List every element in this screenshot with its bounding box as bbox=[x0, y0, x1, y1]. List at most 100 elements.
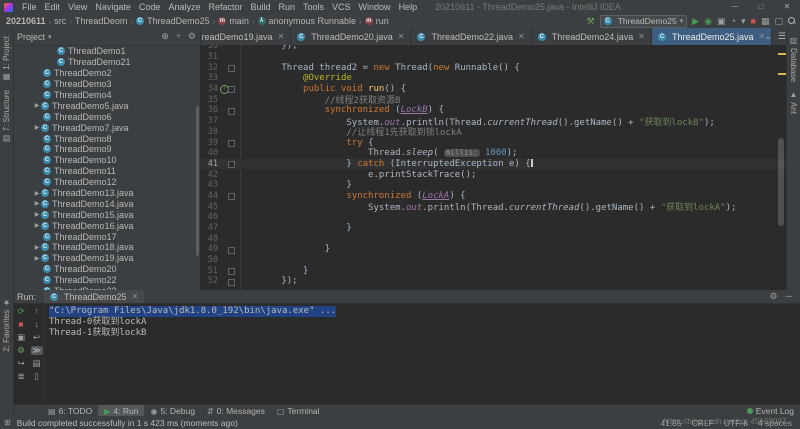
fold-marker-icon[interactable] bbox=[228, 268, 235, 275]
tree-item-ThreadDemo21[interactable]: CThreadDemo21 bbox=[13, 57, 200, 68]
menu-item-file[interactable]: File bbox=[18, 2, 41, 12]
editor-tab-ThreadDemo22-java[interactable]: CThreadDemo22.java✕ bbox=[411, 28, 531, 45]
tool-stripe-favorites[interactable]: 2: Favorites★ bbox=[2, 298, 11, 352]
fold-marker-icon[interactable] bbox=[228, 65, 235, 72]
tree-item-ThreadDemo4[interactable]: CThreadDemo4 bbox=[13, 90, 200, 101]
fold-marker-icon[interactable] bbox=[228, 86, 235, 93]
file-encoding[interactable]: UTF-8 bbox=[724, 418, 748, 428]
indent-style[interactable]: 4 spaces bbox=[758, 418, 792, 428]
tool-stripe-structure[interactable]: ▤7: Structure bbox=[2, 90, 11, 143]
breadcrumb-item-threaddeom[interactable]: ThreadDeom bbox=[75, 16, 128, 26]
menu-item-analyze[interactable]: Analyze bbox=[164, 2, 204, 12]
tool-stripe-project[interactable]: ▦1: Project bbox=[2, 36, 11, 82]
warning-stripe-mark[interactable] bbox=[778, 73, 786, 75]
run-tab[interactable]: C ThreadDemo25 ✕ bbox=[44, 290, 144, 303]
editor-tab-ThreadDemo25-java[interactable]: CThreadDemo25.java✕ bbox=[652, 28, 772, 45]
up-stack-icon[interactable]: ↑ bbox=[31, 307, 43, 316]
tool-stripe-database[interactable]: ▥Database bbox=[789, 36, 798, 82]
tool-window-switcher-icon[interactable]: ⊞ bbox=[4, 418, 11, 427]
project-title[interactable]: Project bbox=[17, 32, 45, 42]
breadcrumb-item-20210611[interactable]: 20210611 bbox=[6, 16, 46, 26]
breadcrumb-item-threaddemo25[interactable]: CThreadDemo25 bbox=[136, 16, 210, 26]
stop-icon[interactable]: ■ bbox=[751, 15, 756, 27]
close-icon[interactable]: ✕ bbox=[398, 32, 405, 41]
expand-arrow-icon[interactable]: ▶ bbox=[33, 200, 41, 207]
expand-arrow-icon[interactable]: ▶ bbox=[33, 222, 41, 229]
tree-item-ThreadDemo12[interactable]: CThreadDemo12 bbox=[13, 177, 200, 188]
menu-item-navigate[interactable]: Navigate bbox=[91, 2, 135, 12]
menu-item-view[interactable]: View bbox=[64, 2, 91, 12]
stop-icon[interactable]: ■ bbox=[15, 320, 27, 329]
down-stack-icon[interactable]: ↓ bbox=[31, 320, 43, 329]
fold-marker-icon[interactable] bbox=[228, 140, 235, 147]
line-separator[interactable]: CRLF bbox=[692, 418, 714, 428]
menu-item-build[interactable]: Build bbox=[246, 2, 274, 12]
close-icon[interactable]: ✕ bbox=[132, 292, 139, 301]
close-button[interactable]: ✕ bbox=[774, 0, 800, 14]
tree-item-ThreadDemo18-java[interactable]: ▶CThreadDemo18.java bbox=[13, 242, 200, 253]
settings-icon[interactable]: ⚙ bbox=[770, 291, 778, 302]
editor-tab-ThreadDemo24-java[interactable]: CThreadDemo24.java✕ bbox=[532, 28, 652, 45]
soft-wrap-icon[interactable]: ↩ bbox=[31, 333, 43, 342]
menu-item-help[interactable]: Help bbox=[395, 2, 422, 12]
status-message[interactable]: Build completed successfully in 1 s 423 … bbox=[17, 418, 238, 428]
tree-item-ThreadDemo16-java[interactable]: ▶CThreadDemo16.java bbox=[13, 220, 200, 231]
run-configuration-select[interactable]: CThreadDemo25▾ bbox=[600, 15, 688, 28]
tree-item-ThreadDemo5-java[interactable]: ▶CThreadDemo5.java bbox=[13, 100, 200, 111]
tree-item-ThreadDemo15-java[interactable]: ▶CThreadDemo15.java bbox=[13, 209, 200, 220]
build-hammer-icon[interactable]: ⚒ bbox=[587, 15, 595, 27]
warning-stripe-mark[interactable] bbox=[778, 53, 786, 55]
close-icon[interactable]: ✕ bbox=[518, 32, 525, 41]
menu-item-code[interactable]: Code bbox=[135, 2, 165, 12]
expand-arrow-icon[interactable]: ▶ bbox=[33, 244, 41, 251]
hide-icon[interactable]: ─ bbox=[786, 291, 792, 302]
tree-item-ThreadDemo19-java[interactable]: ▶CThreadDemo19.java bbox=[13, 253, 200, 264]
coverage-icon[interactable]: ▣ bbox=[717, 15, 726, 27]
breadcrumb-item-run[interactable]: mrun bbox=[365, 16, 389, 26]
tree-item-ThreadDemo22[interactable]: CThreadDemo22 bbox=[13, 275, 200, 286]
tree-item-ThreadDemo10[interactable]: CThreadDemo10 bbox=[13, 155, 200, 166]
menu-item-refactor[interactable]: Refactor bbox=[204, 2, 246, 12]
breadcrumb-item-main[interactable]: mmain bbox=[218, 16, 249, 26]
expand-arrow-icon[interactable]: ▶ bbox=[33, 124, 41, 131]
expand-arrow-icon[interactable]: ▶ bbox=[33, 255, 41, 262]
project-scrollbar[interactable] bbox=[196, 106, 199, 256]
menu-item-window[interactable]: Window bbox=[355, 2, 395, 12]
fold-marker-icon[interactable] bbox=[228, 247, 235, 254]
tool-stripe-ant[interactable]: ▲Ant bbox=[789, 90, 798, 114]
breadcrumb-item-anonymous-runnable[interactable]: λanonymous Runnable bbox=[258, 16, 357, 26]
locate-icon[interactable]: ⊕ bbox=[161, 31, 169, 42]
close-panel-icon[interactable]: ↪ bbox=[15, 359, 27, 368]
debug-icon[interactable]: ◉ bbox=[704, 15, 712, 27]
chevron-down-icon[interactable]: ▾ bbox=[48, 33, 52, 41]
tree-item-ThreadDemo1[interactable]: CThreadDemo1 bbox=[13, 46, 200, 57]
dump-threads-icon[interactable]: ▣ bbox=[15, 333, 27, 342]
profiler-icon[interactable]: ◔ bbox=[731, 15, 736, 27]
search-everywhere-icon[interactable] bbox=[788, 17, 796, 25]
tree-item-ThreadDemo11[interactable]: CThreadDemo11 bbox=[13, 166, 200, 177]
expand-arrow-icon[interactable]: ▶ bbox=[33, 190, 41, 197]
editor-tab-ThreadDemo20-java[interactable]: CThreadDemo20.java✕ bbox=[291, 28, 411, 45]
menu-item-vcs[interactable]: VCS bbox=[328, 2, 355, 12]
close-icon[interactable]: ✕ bbox=[638, 32, 645, 41]
minimize-button[interactable]: ─ bbox=[722, 0, 748, 14]
expand-arrow-icon[interactable]: ▶ bbox=[33, 211, 41, 218]
tree-item-ThreadDemo9[interactable]: CThreadDemo9 bbox=[13, 144, 200, 155]
tree-item-ThreadDemo6[interactable]: CThreadDemo6 bbox=[13, 111, 200, 122]
fold-marker-icon[interactable] bbox=[228, 193, 235, 200]
collapse-all-icon[interactable]: ÷ bbox=[176, 31, 181, 42]
fold-marker-icon[interactable] bbox=[228, 108, 235, 115]
tree-item-ThreadDemo13-java[interactable]: ▶CThreadDemo13.java bbox=[13, 188, 200, 199]
menu-item-run[interactable]: Run bbox=[275, 2, 300, 12]
menu-item-tools[interactable]: Tools bbox=[299, 2, 328, 12]
close-icon[interactable]: ✕ bbox=[278, 32, 285, 41]
code-editor[interactable]: 30 });3132 Thread thread2 = new Thread(n… bbox=[200, 45, 787, 290]
rerun-icon[interactable]: ⟳ bbox=[15, 307, 27, 316]
console-output[interactable]: "C:\Program Files\Java\jdk1.8.0_192\bin\… bbox=[49, 306, 796, 402]
settings-icon[interactable]: ⚙ bbox=[188, 31, 196, 42]
tree-item-ThreadDemo20[interactable]: CThreadDemo20 bbox=[13, 264, 200, 275]
maximize-button[interactable]: □ bbox=[748, 0, 774, 14]
run-icon[interactable]: ▶ bbox=[692, 15, 699, 27]
tree-item-ThreadDemo7-java[interactable]: ▶CThreadDemo7.java bbox=[13, 122, 200, 133]
tree-item-ThreadDemo17[interactable]: CThreadDemo17 bbox=[13, 231, 200, 242]
